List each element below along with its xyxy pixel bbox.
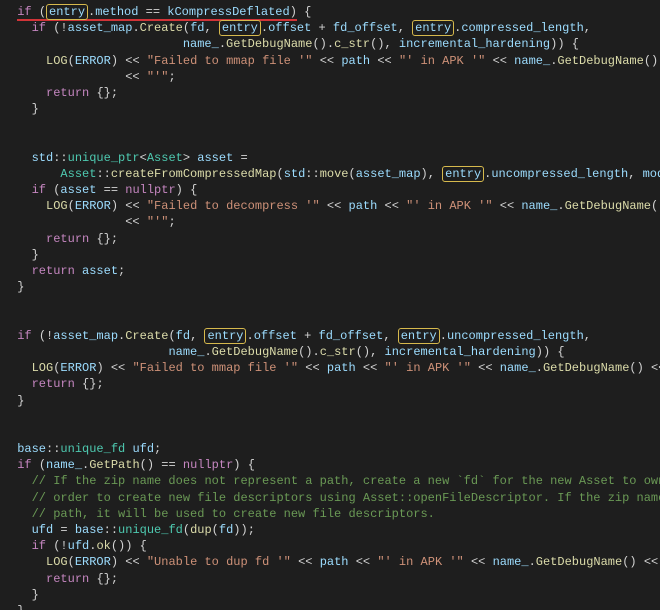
entry-highlight: entry <box>219 20 261 36</box>
entry-highlight: entry <box>442 166 484 182</box>
entry-highlight: entry <box>46 4 88 20</box>
comment: // path, it will be used to create new f… <box>32 507 435 521</box>
entry-highlight: entry <box>412 20 454 36</box>
comment: // If the zip name does not represent a … <box>32 474 660 488</box>
code-block: if (entry.method == kCompressDeflated) {… <box>0 0 660 610</box>
entry-highlight: entry <box>204 328 246 344</box>
keyword-if: if <box>17 5 31 19</box>
entry-highlight: entry <box>398 328 440 344</box>
comment: // order to create new file descriptors … <box>32 491 660 505</box>
